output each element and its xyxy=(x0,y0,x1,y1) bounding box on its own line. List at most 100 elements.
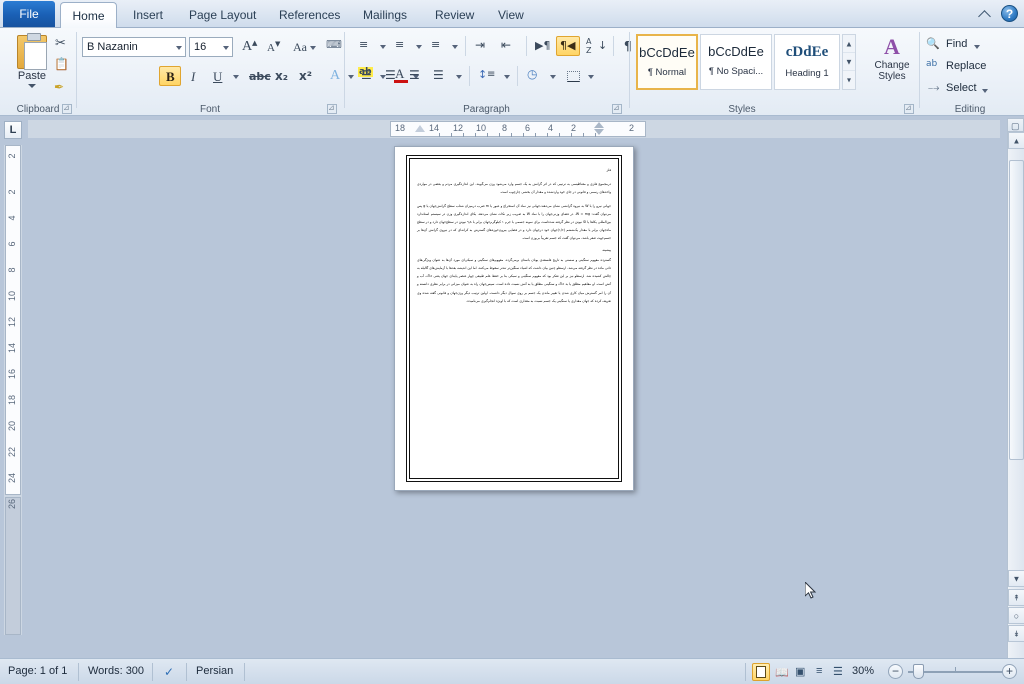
change-case-button[interactable]: Aa xyxy=(289,37,319,57)
clipboard-dialog-launcher[interactable] xyxy=(62,103,72,114)
tab-references[interactable]: References xyxy=(268,2,351,28)
style-item-heading1[interactable]: cDdEe Heading 1 xyxy=(774,34,840,90)
tab-insert[interactable]: Insert xyxy=(122,2,174,28)
tab-view[interactable]: View xyxy=(487,2,535,28)
left-to-right-button[interactable]: ▶¶ xyxy=(531,36,555,56)
subscript-button[interactable]: x₂ xyxy=(269,66,293,86)
select-browse-top-box[interactable]: ▢ xyxy=(1007,118,1024,132)
justify-dropdown[interactable] xyxy=(453,66,465,86)
clear-formatting-button[interactable]: ⌨ xyxy=(323,37,345,57)
chevron-down-icon xyxy=(550,75,556,79)
scroll-down-button[interactable]: ▼ xyxy=(1008,570,1024,587)
align-left-button[interactable]: ☰ xyxy=(357,66,381,86)
paragraph-dialog-launcher[interactable] xyxy=(612,103,622,114)
tab-review[interactable]: Review xyxy=(424,2,485,28)
bullets-button[interactable]: ≡ xyxy=(355,36,377,56)
align-right-button[interactable]: ☰ xyxy=(405,66,429,86)
numbering-button[interactable]: ≡ xyxy=(391,36,413,56)
proofing-errors-icon[interactable]: ✓ xyxy=(164,665,174,679)
italic-button[interactable]: I xyxy=(183,66,205,86)
underline-button[interactable]: U xyxy=(207,66,229,86)
superscript-button[interactable]: x² xyxy=(293,66,317,86)
font-dialog-launcher[interactable] xyxy=(327,103,337,114)
vertical-ruler[interactable]: 2 2 4 6 8 10 12 14 16 18 20 22 24 26 xyxy=(4,145,22,635)
help-icon[interactable]: ? xyxy=(1001,5,1018,22)
paste-button[interactable]: Paste xyxy=(8,32,56,100)
vertical-ruler-track-bottom[interactable] xyxy=(5,497,21,635)
status-page-indicator[interactable]: Page: 1 of 1 xyxy=(8,665,67,677)
horizontal-ruler[interactable]: 18 14 12 10 8 6 4 2 2 xyxy=(28,120,1000,138)
borders-dropdown[interactable] xyxy=(585,66,597,86)
first-line-indent-marker[interactable] xyxy=(594,122,604,128)
web-layout-view-button[interactable]: ▣ xyxy=(792,663,810,681)
sort-button[interactable]: AZ ↓ xyxy=(583,36,609,56)
draft-view-button[interactable]: ☰ xyxy=(830,663,848,681)
full-screen-reading-view-button[interactable]: 📖 xyxy=(772,663,790,681)
next-page-button[interactable]: ↡ xyxy=(1008,625,1024,642)
styles-scroll-down[interactable]: ▼ xyxy=(843,53,855,71)
strikethrough-button[interactable]: abc xyxy=(245,66,271,86)
format-painter-button[interactable]: ✒ xyxy=(50,77,72,97)
select-browse-object-button[interactable]: ○ xyxy=(1008,607,1024,624)
font-name-combo[interactable]: B Nazanin xyxy=(82,37,186,57)
copy-button[interactable]: 📋 xyxy=(50,55,72,75)
vertical-scrollbar[interactable]: ▲ ▼ ↟ ○ ↡ xyxy=(1007,118,1024,658)
paste-dropdown-arrow[interactable] xyxy=(28,84,36,88)
ruler-number: 18 xyxy=(395,123,406,133)
font-size-combo[interactable]: 16 xyxy=(189,37,233,57)
align-center-button[interactable]: ☰ xyxy=(381,66,405,86)
increase-indent-button[interactable]: ⇤ xyxy=(497,36,521,56)
borders-button[interactable] xyxy=(561,66,585,86)
tab-stop-selector[interactable]: L xyxy=(4,121,22,139)
decrease-indent-button[interactable]: ⇥ xyxy=(471,36,495,56)
left-indent-marker[interactable] xyxy=(415,125,425,132)
horizontal-ruler-track[interactable]: 18 14 12 10 8 6 4 2 2 xyxy=(390,121,646,137)
up-arrow-icon: ▲ xyxy=(1012,136,1021,145)
cut-button[interactable]: ✂ xyxy=(50,33,72,53)
styles-more[interactable]: ▾ xyxy=(843,71,855,89)
zoom-out-button[interactable]: − xyxy=(888,664,903,679)
justify-button[interactable]: ☰ xyxy=(429,66,453,86)
bullets-dropdown[interactable] xyxy=(377,36,389,56)
multilevel-list-button[interactable]: ≡ xyxy=(427,36,449,56)
right-to-left-button[interactable]: ¶◀ xyxy=(556,36,580,56)
shrink-font-button[interactable]: A ▼ xyxy=(261,37,283,57)
grow-font-button[interactable]: A ▲ xyxy=(237,37,259,57)
styles-scroll-up[interactable]: ▲ xyxy=(843,35,855,53)
numbering-dropdown[interactable] xyxy=(413,36,425,56)
style-item-normal[interactable]: bCcDdEe ¶ Normal xyxy=(636,34,698,90)
document-page[interactable]: فلز درمجموع فلزی و مغناطیسی به ترتیبی که… xyxy=(394,146,634,491)
shading-dropdown[interactable] xyxy=(547,66,559,86)
bold-button[interactable]: B xyxy=(159,66,181,86)
document-canvas[interactable]: فلز درمجموع فلزی و مغناطیسی به ترتیبی که… xyxy=(24,140,1000,658)
style-item-no-spacing[interactable]: bCcDdEe ¶ No Spaci... xyxy=(700,34,772,90)
zoom-level-label[interactable]: 30% xyxy=(852,665,874,677)
change-styles-icon: A xyxy=(884,34,900,59)
hanging-indent-marker[interactable] xyxy=(594,129,604,135)
tab-page-layout[interactable]: Page Layout xyxy=(178,2,267,28)
change-styles-button[interactable]: A Change Styles xyxy=(866,34,918,96)
outline-view-button[interactable]: ≡ xyxy=(812,663,830,681)
status-word-count[interactable]: Words: 300 xyxy=(88,665,144,677)
multilevel-list-dropdown[interactable] xyxy=(449,36,461,56)
shading-button[interactable]: ◷ xyxy=(523,66,547,86)
line-spacing-dropdown[interactable] xyxy=(501,66,513,86)
line-spacing-button[interactable]: ↕ ≡ xyxy=(475,66,501,86)
increase-indent-icon: ⇤ xyxy=(501,38,512,52)
status-language[interactable]: Persian xyxy=(196,665,233,677)
group-label-styles: Styles xyxy=(728,104,756,115)
tab-file[interactable]: File xyxy=(3,1,55,27)
scroll-up-button[interactable]: ▲ xyxy=(1008,132,1024,149)
document-text-area[interactable]: فلز درمجموع فلزی و مغناطیسی به ترتیبی که… xyxy=(417,168,611,472)
styles-dialog-launcher[interactable] xyxy=(904,103,914,114)
tab-mailings[interactable]: Mailings xyxy=(352,2,418,28)
scroll-thumb[interactable] xyxy=(1009,160,1024,460)
zoom-in-button[interactable]: + xyxy=(1002,664,1017,679)
underline-dropdown[interactable] xyxy=(229,66,243,86)
zoom-slider-knob[interactable] xyxy=(913,664,924,679)
minimize-ribbon-icon[interactable] xyxy=(979,7,993,21)
styles-gallery-scroll[interactable]: ▲ ▼ ▾ xyxy=(842,34,856,90)
previous-page-button[interactable]: ↟ xyxy=(1008,589,1024,606)
tab-home[interactable]: Home xyxy=(60,2,117,28)
print-layout-view-button[interactable] xyxy=(752,663,770,681)
